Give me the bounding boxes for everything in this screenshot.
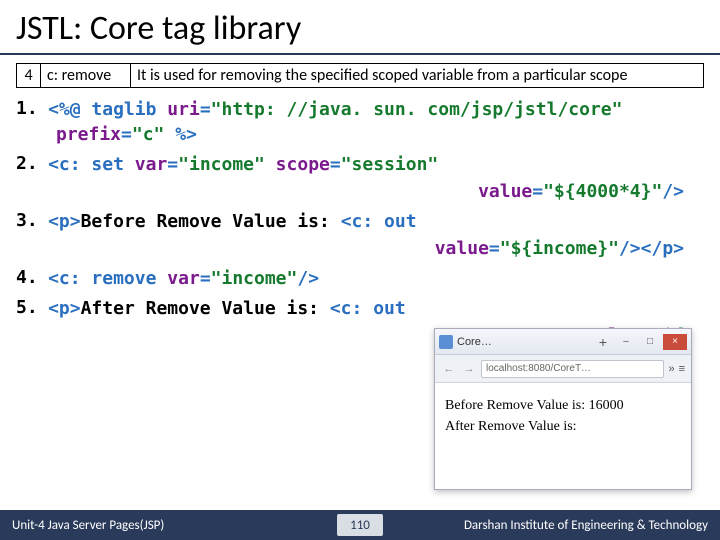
tag-name: c: remove xyxy=(41,64,131,88)
browser-content: Before Remove Value is: 16000 After Remo… xyxy=(435,383,691,449)
slide-title: JSTL: Core tag library xyxy=(0,0,720,55)
tag-table: 4 c: remove It is used for removing the … xyxy=(16,63,704,88)
footer-page-number: 110 xyxy=(337,514,383,536)
maximize-button[interactable]: □ xyxy=(639,334,661,350)
overflow-icon[interactable]: » xyxy=(668,363,674,375)
menu-icon[interactable]: ≡ xyxy=(679,363,685,375)
line-number: 2. xyxy=(16,153,44,174)
line-number: 1. xyxy=(16,98,44,119)
footer-institute: Darshan Institute of Engineering & Techn… xyxy=(383,518,708,533)
line-number: 3. xyxy=(16,210,44,231)
code-line-1: 1. <%@ taglib uri="http: //java. sun. co… xyxy=(16,98,704,145)
favicon-icon xyxy=(439,335,453,349)
close-button[interactable]: × xyxy=(663,334,687,350)
line-number: 4. xyxy=(16,267,44,288)
table-row: 4 c: remove It is used for removing the … xyxy=(17,64,704,88)
browser-titlebar: Core… + – □ × xyxy=(435,329,691,355)
new-tab-button[interactable]: + xyxy=(595,334,611,350)
url-bar[interactable]: localhost:8080/CoreT… xyxy=(481,360,664,378)
output-line-2: After Remove Value is: xyxy=(445,416,681,437)
minimize-button[interactable]: – xyxy=(615,334,637,350)
tag-description: It is used for removing the specified sc… xyxy=(131,64,704,88)
code-line-3: 3. <p>Before Remove Value is: <c: out va… xyxy=(16,210,704,259)
browser-toolbar: ← → localhost:8080/CoreT… » ≡ xyxy=(435,355,691,383)
code-line-2: 2. <c: set var="income" scope="session" … xyxy=(16,153,704,202)
back-button[interactable]: ← xyxy=(441,363,457,375)
code-line-4: 4. <c: remove var="income"/> xyxy=(16,267,704,289)
footer-unit: Unit-4 Java Server Pages(JSP) xyxy=(12,518,337,533)
line-number: 5. xyxy=(16,297,44,318)
url-text: localhost:8080/CoreT… xyxy=(486,363,591,374)
output-line-1: Before Remove Value is: 16000 xyxy=(445,395,681,416)
code-listing: 1. <%@ taglib uri="http: //java. sun. co… xyxy=(0,94,720,346)
forward-button[interactable]: → xyxy=(461,363,477,375)
tag-index: 4 xyxy=(17,64,41,88)
browser-tab-title[interactable]: Core… xyxy=(457,336,591,348)
browser-window: Core… + – □ × ← → localhost:8080/CoreT… … xyxy=(434,328,692,490)
slide-footer: Unit-4 Java Server Pages(JSP) 110 Darsha… xyxy=(0,510,720,540)
